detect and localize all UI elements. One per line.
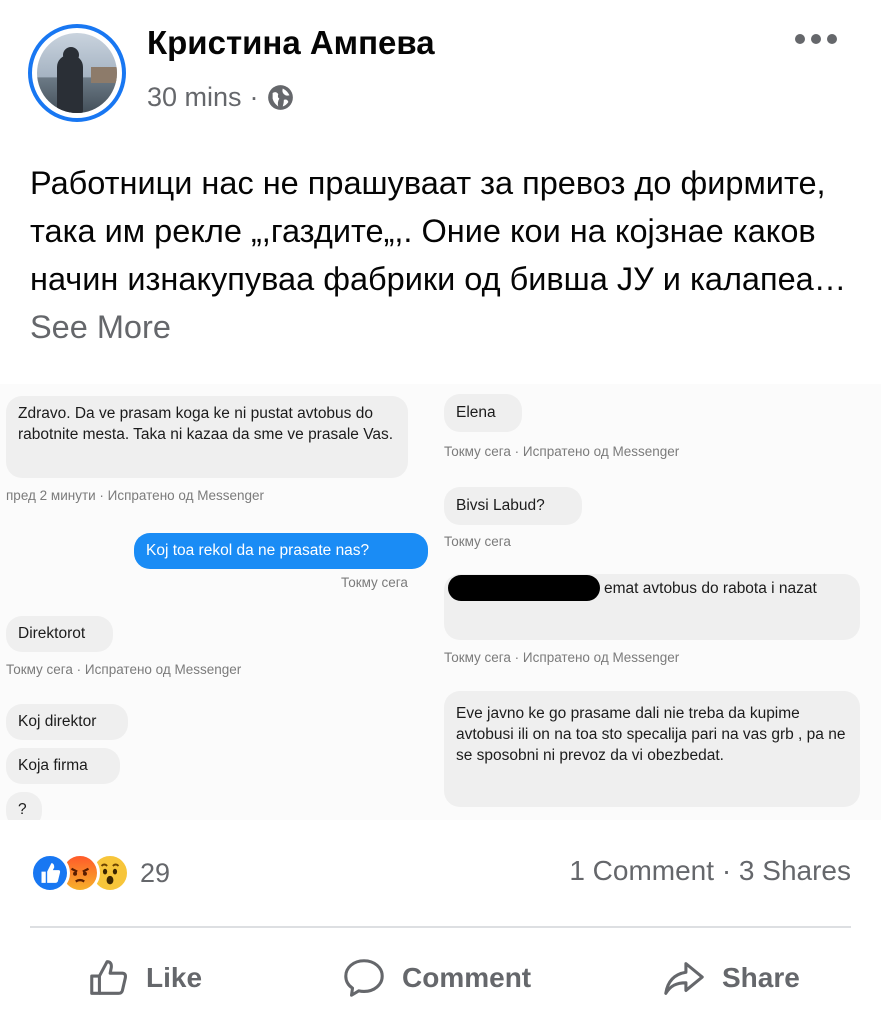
dot-icon xyxy=(827,34,837,44)
message-timestamp: Токму сега · Испратено од Messenger xyxy=(444,650,680,665)
see-more-link[interactable]: See More xyxy=(30,309,171,345)
message-bubble: Direktorot xyxy=(6,616,113,652)
comment-icon xyxy=(344,959,384,997)
message-timestamp: Токму сега xyxy=(341,575,408,590)
dot-icon xyxy=(795,34,805,44)
message-bubble: Elena xyxy=(444,394,522,432)
post-meta: 30 mins · xyxy=(147,82,294,113)
post-text: Работници нас не прашуваат за превоз до … xyxy=(30,159,860,351)
divider xyxy=(30,926,851,928)
message-timestamp: Токму сега · Испратено од Messenger xyxy=(6,662,242,677)
reaction-count: 29 xyxy=(140,857,171,888)
share-button[interactable]: Share xyxy=(660,955,800,1001)
share-label: Share xyxy=(722,962,800,993)
post-body: Работници нас не прашуваат за превоз до … xyxy=(30,165,847,297)
reactions-summary[interactable]: 29 xyxy=(30,853,170,893)
comment-button[interactable]: Comment xyxy=(340,955,531,1001)
avatar-photo xyxy=(37,33,117,113)
message-bubble-sent: Koj toa rekol da ne prasate nas? xyxy=(134,533,428,569)
like-label: Like xyxy=(146,962,203,993)
message-bubble: Zdravo. Da ve prasam koga ke ni pustat a… xyxy=(6,396,408,478)
message-bubble: Eve javno ke go prasame dali nie treba d… xyxy=(444,691,860,807)
redaction-mark xyxy=(448,575,600,601)
like-button[interactable]: Like xyxy=(86,955,202,1001)
shares-count-link[interactable]: 3 Shares xyxy=(739,855,851,886)
message-timestamp: пред 2 минути · Испратено од Messenger xyxy=(6,488,265,503)
post-time[interactable]: 30 mins xyxy=(147,82,242,113)
message-timestamp: Токму сега xyxy=(444,534,511,549)
more-options-button[interactable] xyxy=(795,34,837,44)
dot-icon xyxy=(811,34,821,44)
share-arrow-icon xyxy=(664,962,704,995)
comments-count-link[interactable]: 1 Comment xyxy=(569,855,714,886)
thumbs-up-icon xyxy=(90,960,128,995)
stats-separator: · xyxy=(721,855,732,886)
globe-icon xyxy=(267,85,293,110)
attached-image[interactable]: Zdravo. Da ve prasam koga ke ni pustat a… xyxy=(0,384,881,820)
author-avatar[interactable] xyxy=(28,24,126,122)
author-name[interactable]: Кристина Ампева xyxy=(147,24,435,62)
message-bubble: ? xyxy=(6,792,42,820)
message-bubble: Koja firma xyxy=(6,748,120,784)
message-timestamp: Токму сега · Испратено од Messenger xyxy=(444,444,680,459)
meta-separator: · xyxy=(249,82,259,112)
message-bubble: Bivsi Labud? xyxy=(444,487,582,525)
engagement-stats: 1 Comment · 3 Shares xyxy=(569,855,851,887)
message-bubble: Koj direktor xyxy=(6,704,128,740)
like-icon xyxy=(30,853,70,893)
comment-label: Comment xyxy=(402,962,532,993)
